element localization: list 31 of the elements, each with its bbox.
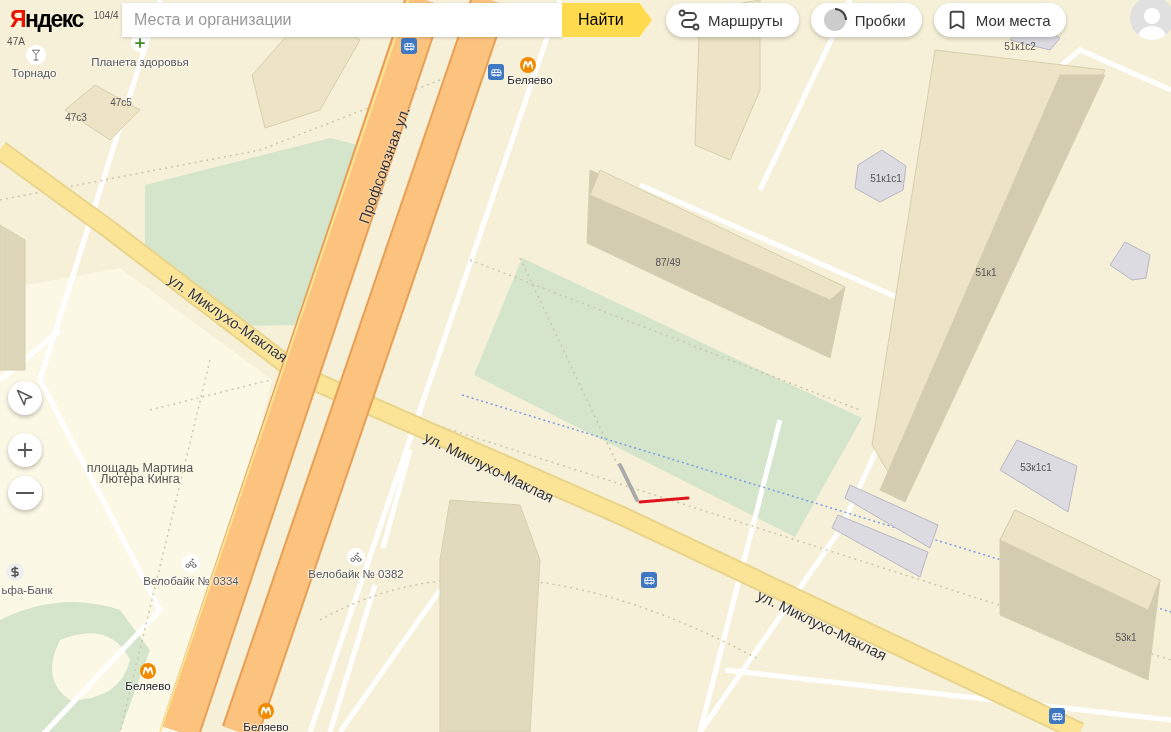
place-label[interactable]: Планета здоровья <box>91 56 189 68</box>
navigation-arrow-icon <box>16 389 34 407</box>
house-number: 53к1 <box>1115 631 1137 643</box>
bus-stop-icon[interactable] <box>488 64 504 80</box>
logo[interactable]: Яндекс <box>10 5 83 33</box>
place-label[interactable]: Беляево <box>125 680 171 692</box>
place-label[interactable]: ьфа-Банк <box>1 584 53 596</box>
house-number: 87/49 <box>655 256 681 268</box>
traffic-button[interactable]: Пробки <box>810 3 922 37</box>
house-number: 51к1 <box>975 266 997 278</box>
place-label[interactable]: Торнадо <box>11 67 57 79</box>
square-name: площадь Мартина Лютера Кинга <box>85 463 195 485</box>
house-number: 53к1с1 <box>1020 461 1052 473</box>
place-label[interactable]: Беляево <box>507 74 553 86</box>
house-number: 47с5 <box>110 96 132 108</box>
routes-button[interactable]: Маршруты <box>666 3 799 37</box>
bus-stop-icon[interactable] <box>401 38 417 54</box>
house-number: 47с3 <box>65 111 87 123</box>
bookmarks-button[interactable]: Мои места <box>933 3 1067 37</box>
traffic-icon <box>822 8 847 32</box>
search-field[interactable]: Места и организации <box>122 3 562 37</box>
house-number: 51к1с2 <box>1004 40 1036 52</box>
bus-stop-icon[interactable] <box>641 572 657 588</box>
bus-stop-icon[interactable] <box>1049 708 1065 724</box>
minus-icon <box>16 492 34 494</box>
house-number: 51к1с1 <box>870 172 902 184</box>
place-label[interactable]: Велобайк № 0334 <box>143 575 239 587</box>
house-number: 104/4 <box>93 9 119 21</box>
route-icon <box>678 9 700 31</box>
search-button[interactable]: Найти <box>562 3 652 37</box>
house-number: 47А <box>7 35 25 47</box>
